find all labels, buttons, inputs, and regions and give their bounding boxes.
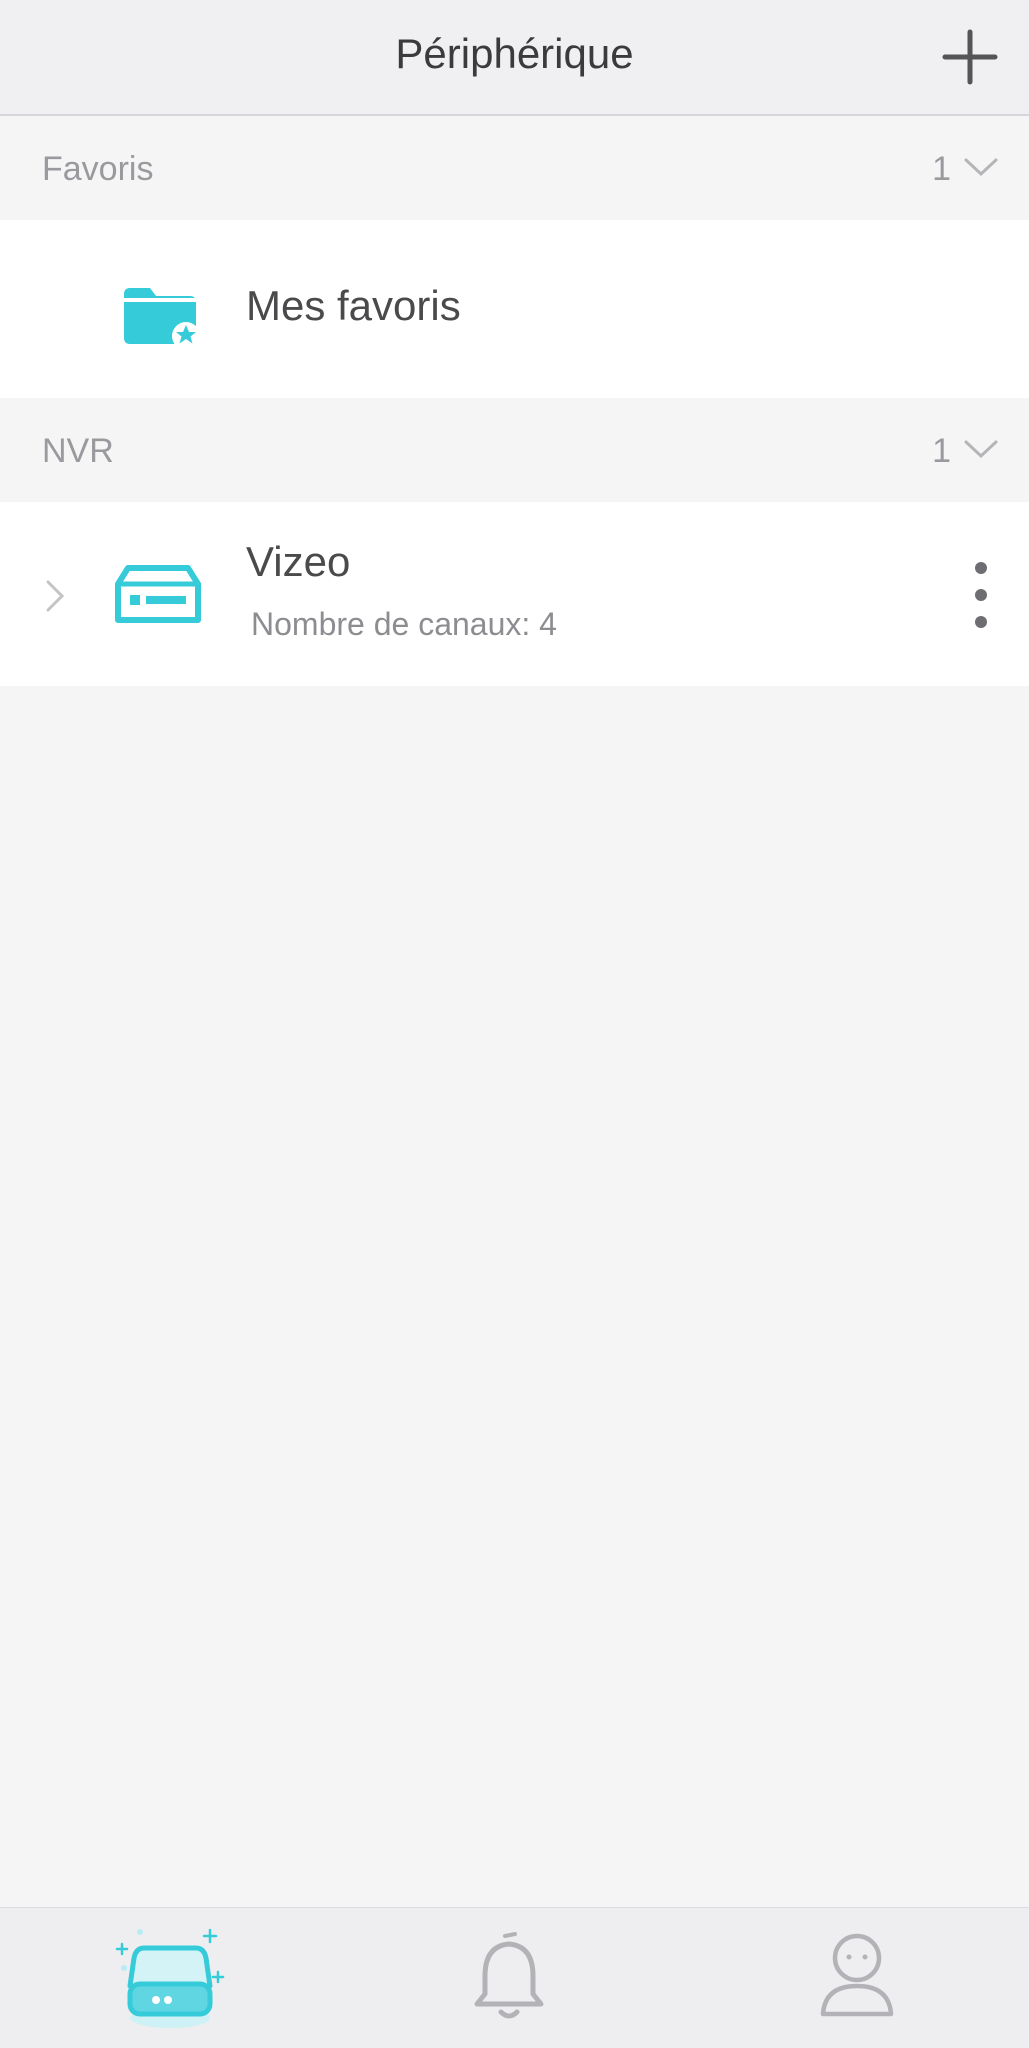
section-count: 1 xyxy=(932,432,951,470)
bell-icon xyxy=(474,1932,544,2019)
section-label: NVR xyxy=(42,432,114,470)
add-device-button[interactable] xyxy=(941,28,999,86)
section-header-nvr[interactable]: NVR 1 xyxy=(0,398,1029,502)
page-title: Périphérique xyxy=(395,30,634,77)
device-name: Vizeo xyxy=(246,538,351,585)
bottom-tab-bar xyxy=(0,1907,1029,2048)
plus-icon xyxy=(942,29,998,85)
tab-profile[interactable] xyxy=(757,1908,957,2048)
favorite-folder-icon xyxy=(124,288,200,350)
tab-devices[interactable] xyxy=(70,1908,270,2048)
chevron-down-icon[interactable] xyxy=(963,438,999,462)
nvr-device-icon xyxy=(115,565,201,623)
user-icon xyxy=(820,1933,894,2017)
device-row[interactable]: Vizeo Nombre de canaux: 4 xyxy=(0,502,1029,686)
chevron-down-icon[interactable] xyxy=(963,156,999,180)
section-header-favorites[interactable]: Favoris 1 xyxy=(0,116,1029,220)
tab-alarms[interactable] xyxy=(409,1908,609,2048)
favorites-row[interactable]: Mes favoris xyxy=(0,220,1029,404)
chevron-right-icon[interactable] xyxy=(44,578,66,614)
device-tab-icon xyxy=(115,1928,225,2028)
favorites-label: Mes favoris xyxy=(246,282,461,329)
device-channel-count: Nombre de canaux: 4 xyxy=(251,606,557,642)
header-bar: Périphérique xyxy=(0,0,1029,116)
section-count: 1 xyxy=(932,150,951,188)
section-label: Favoris xyxy=(42,150,154,188)
more-vertical-icon[interactable] xyxy=(969,560,993,630)
